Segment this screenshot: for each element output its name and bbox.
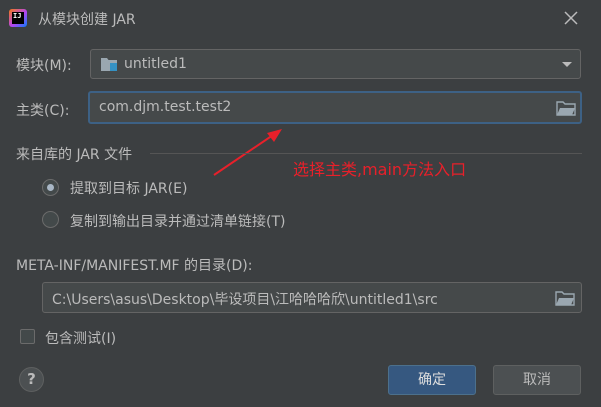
- module-dropdown[interactable]: untitled1: [90, 49, 581, 79]
- include-tests-checkbox[interactable]: [20, 329, 35, 344]
- app-icon-text: IJ: [12, 12, 24, 24]
- copy-link-radio[interactable]: [42, 211, 59, 228]
- library-section-title: 来自库的 JAR 文件: [16, 147, 133, 163]
- help-button[interactable]: ?: [19, 367, 44, 392]
- main-class-label: 主类(C):: [16, 103, 70, 119]
- title-bar: IJ 从模块创建 JAR: [0, 0, 601, 36]
- manifest-label: META-INF/MANIFEST.MF 的目录(D):: [16, 258, 253, 274]
- cancel-button[interactable]: 取消: [493, 365, 581, 395]
- main-class-field[interactable]: com.djm.test.test2: [88, 91, 582, 124]
- module-label: 模块(M):: [16, 58, 72, 74]
- close-icon: [564, 11, 578, 25]
- close-button[interactable]: [560, 7, 582, 29]
- module-value: untitled1: [124, 56, 187, 72]
- main-class-value: com.djm.test.test2: [99, 99, 232, 115]
- chevron-down-icon: [562, 62, 572, 67]
- annotation-text: 选择主类,main方法入口: [293, 160, 467, 179]
- include-tests-label[interactable]: 包含测试(I): [45, 328, 116, 348]
- manifest-field[interactable]: C:\Users\asus\Desktop\毕设项目\江哈哈哈欣\untitle…: [42, 282, 582, 313]
- copy-link-radio-label[interactable]: 复制到输出目录并通过清单链接(T): [70, 211, 285, 231]
- ok-button[interactable]: 确定: [388, 365, 476, 395]
- manifest-value: C:\Users\asus\Desktop\毕设项目\江哈哈哈欣\untitle…: [52, 292, 438, 308]
- dialog-title: 从模块创建 JAR: [38, 12, 136, 28]
- intellij-app-icon: IJ: [9, 9, 27, 27]
- extract-radio[interactable]: [42, 179, 59, 196]
- extract-radio-label[interactable]: 提取到目标 JAR(E): [70, 178, 187, 198]
- manifest-browse-folder-icon[interactable]: [555, 290, 575, 306]
- section-divider: [150, 153, 582, 154]
- module-folder-icon: [101, 58, 117, 71]
- browse-folder-icon[interactable]: [556, 100, 576, 116]
